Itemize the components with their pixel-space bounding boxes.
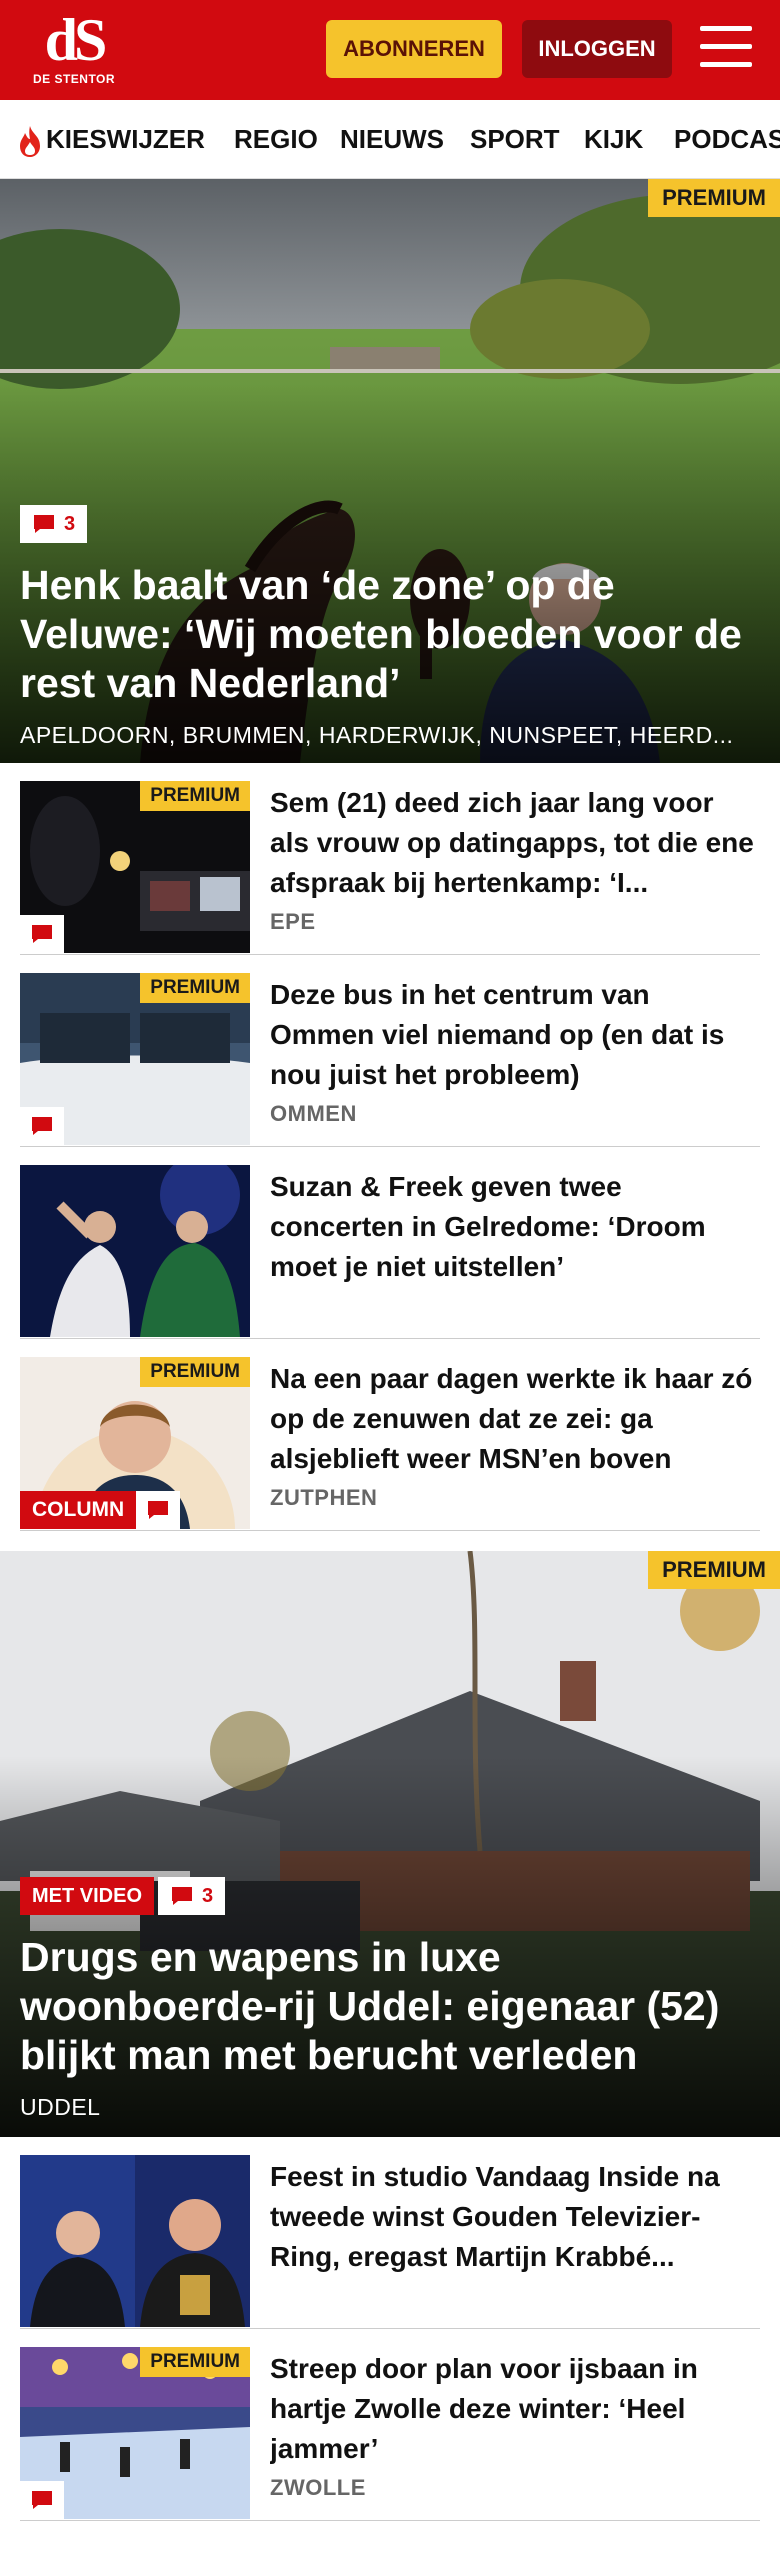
column-badge: COLUMN (20, 1491, 181, 1529)
article-list-2: Feest in studio Vandaag Inside na tweede… (0, 2137, 780, 2521)
comment-count: 3 (202, 1884, 214, 1907)
comment-badge[interactable] (136, 1491, 181, 1529)
article-thumbnail: PREMIUM (20, 973, 250, 1145)
logo[interactable]: dS DE STENTOR (24, 10, 124, 92)
nav-item-sport[interactable]: SPORT (470, 100, 560, 178)
premium-badge: PREMIUM (140, 973, 250, 1003)
comment-icon (32, 925, 52, 943)
logo-text: DE STENTOR (32, 72, 116, 86)
hero-title[interactable]: Drugs en wapens in luxe woonboerde-rij U… (20, 1933, 760, 2080)
comment-icon (34, 515, 54, 533)
article-title[interactable]: Sem (21) deed zich jaar lang voor als vr… (270, 783, 760, 903)
premium-badge: PREMIUM (140, 1357, 250, 1387)
hero-title[interactable]: Henk baalt van ‘de zone’ op de Veluwe: ‘… (20, 561, 760, 708)
nav-item-kijk[interactable]: KIJK (584, 100, 643, 178)
article-thumbnail: PREMIUM (20, 2347, 250, 2519)
article-thumbnail (20, 2155, 250, 2327)
premium-badge: PREMIUM (140, 781, 250, 811)
article-title[interactable]: Feest in studio Vandaag Inside na tweede… (270, 2157, 760, 2277)
flame-icon (20, 126, 40, 158)
nav-item-regio[interactable]: REGIO (234, 100, 318, 178)
video-badge: MET VIDEO (20, 1877, 155, 1915)
nav-label-kieswijzer: KIESWIJZER (46, 124, 205, 154)
site-header: dS DE STENTOR ABONNEREN INLOGGEN (0, 0, 780, 100)
hero-article-2[interactable]: PREMIUM MET VIDEO 3 Drugs en wapens in lu… (0, 1551, 780, 2137)
comment-icon (32, 1117, 52, 1135)
premium-badge: PREMIUM (648, 1551, 780, 1589)
list-item[interactable]: Suzan & Freek geven twee concerten in Ge… (20, 1147, 760, 1339)
article-thumbnail: PREMIUM COLUMN (20, 1357, 250, 1529)
list-item[interactable]: PREMIUM Deze bus in het centrum van Omme… (20, 955, 760, 1147)
article-title[interactable]: Suzan & Freek geven twee concerten in Ge… (270, 1167, 760, 1287)
comment-icon (172, 1887, 193, 1905)
comment-count-badge[interactable]: 3 (158, 1877, 226, 1915)
main-navigation: KIESWIJZER REGIO NIEUWS SPORT KIJK PODCA… (0, 100, 780, 179)
article-title[interactable]: Streep door plan voor ijsbaan in hartje … (270, 2349, 760, 2469)
list-item[interactable]: PREMIUM COLUMN Na een paar dagen werkte … (20, 1339, 760, 1531)
hero-content: MET VIDEO 3 Drugs en wapens in luxe woonb… (20, 1877, 760, 2121)
hero-article[interactable]: PREMIUM 3 Henk baalt van ‘de zone’ op de… (0, 179, 780, 763)
logo-mark: dS (44, 7, 108, 73)
comment-badge[interactable] (20, 2481, 64, 2519)
article-location: EPE (270, 909, 316, 934)
hamburger-menu-icon[interactable] (700, 26, 752, 72)
list-item[interactable]: PREMIUM Streep door plan voor ijsbaan in… (20, 2329, 760, 2521)
comment-icon (32, 2491, 52, 2509)
subscribe-button[interactable]: ABONNEREN (326, 20, 502, 78)
comment-badge[interactable] (20, 915, 64, 953)
column-label: COLUMN (20, 1491, 137, 1529)
comment-badge[interactable] (20, 1107, 64, 1145)
article-list: PREMIUM Sem (21) deed zich jaar lang voo… (0, 763, 780, 1531)
list-item[interactable]: Feest in studio Vandaag Inside na tweede… (20, 2137, 760, 2329)
nav-item-kieswijzer[interactable]: KIESWIJZER (16, 100, 205, 178)
comment-icon (148, 1501, 169, 1519)
article-title[interactable]: Deze bus in het centrum van Ommen viel n… (270, 975, 760, 1095)
nav-item-podcasts[interactable]: PODCAS (674, 100, 780, 178)
comment-count: 3 (64, 512, 76, 535)
premium-badge: PREMIUM (648, 179, 780, 217)
comment-count-badge[interactable]: 3 (20, 505, 88, 543)
nav-item-nieuws[interactable]: NIEUWS (340, 100, 444, 178)
article-thumbnail (20, 1165, 250, 1337)
article-title[interactable]: Na een paar dagen werkte ik haar zó op d… (270, 1359, 760, 1479)
login-button[interactable]: INLOGGEN (522, 20, 672, 78)
article-location: ZUTPHEN (270, 1485, 378, 1510)
article-location: ZWOLLE (270, 2475, 366, 2500)
article-thumbnail: PREMIUM (20, 781, 250, 953)
premium-badge: PREMIUM (140, 2347, 250, 2377)
article-location: OMMEN (270, 1101, 357, 1126)
hero-locations: UDDEL (20, 2094, 101, 2120)
list-item[interactable]: PREMIUM Sem (21) deed zich jaar lang voo… (20, 763, 760, 955)
hero-content: 3 Henk baalt van ‘de zone’ op de Veluwe:… (20, 505, 760, 749)
hero-locations: APELDOORN, BRUMMEN, HARDERWIJK, NUNSPEET… (20, 722, 734, 748)
